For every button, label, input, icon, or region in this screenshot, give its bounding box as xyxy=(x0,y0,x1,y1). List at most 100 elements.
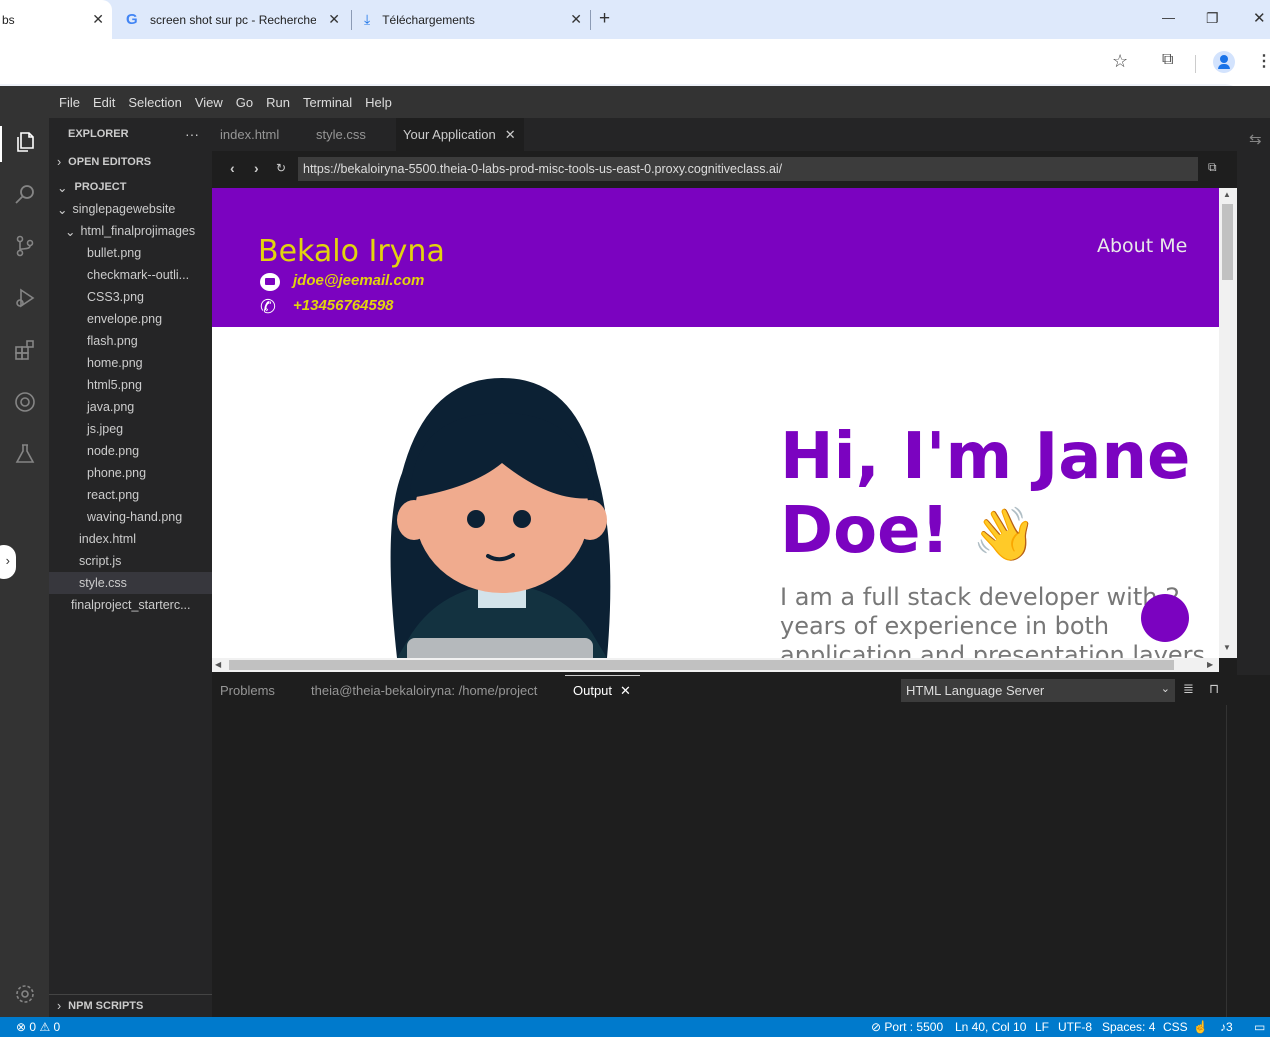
menu-edit[interactable]: Edit xyxy=(93,95,115,110)
file-item[interactable]: CSS3.png xyxy=(49,286,212,308)
port-status[interactable]: ⊘ Port : 5500 xyxy=(871,1020,943,1034)
close-window-button[interactable]: ✕ xyxy=(1253,9,1266,27)
menu-help[interactable]: Help xyxy=(365,95,392,110)
tab-label: Output xyxy=(573,683,613,698)
back-icon[interactable]: ‹ xyxy=(230,160,235,176)
tab-your-application[interactable]: Your Application ✕ xyxy=(396,118,524,151)
npm-scripts-section[interactable]: › NPM SCRIPTS xyxy=(49,995,212,1017)
close-icon[interactable]: ✕ xyxy=(92,11,104,28)
scroll-left-icon[interactable]: ◀ xyxy=(215,660,221,669)
file-item-selected[interactable]: style.css xyxy=(49,572,212,594)
scroll-down-icon[interactable]: ▼ xyxy=(1223,643,1231,652)
remote-explorer-icon[interactable] xyxy=(13,390,37,414)
new-tab-button[interactable]: + xyxy=(599,8,610,30)
tab-terminal[interactable]: theia@theia-bekaloiryna: /home/project xyxy=(311,675,537,705)
menu-terminal[interactable]: Terminal xyxy=(303,95,352,110)
file-item[interactable]: envelope.png xyxy=(49,308,212,330)
source-control-icon[interactable] xyxy=(13,234,37,258)
search-icon[interactable] xyxy=(13,182,37,206)
output-channel-select[interactable]: HTML Language Server ⌄ xyxy=(901,679,1175,702)
language-status[interactable]: CSS xyxy=(1163,1020,1188,1034)
file-item[interactable]: js.jpeg xyxy=(49,418,212,440)
feedback-icon[interactable]: ☝ xyxy=(1193,1020,1208,1034)
testing-flask-icon[interactable] xyxy=(13,442,37,466)
folder-singlepagewebsite[interactable]: ⌄ singlepagewebsite xyxy=(49,198,212,220)
tab-problems[interactable]: Problems xyxy=(220,675,275,705)
extensions-icon[interactable]: ⧉ xyxy=(1162,51,1173,69)
close-icon[interactable]: ✕ xyxy=(570,11,582,28)
address-bar-area: 5c5ff724aaa14be487bd686 ☆ ⧉ ⋮ xyxy=(0,39,1270,118)
file-label: flash.png xyxy=(87,334,138,348)
hero-headline: Hi, I'm Jane Doe! 👋 xyxy=(780,420,1190,572)
file-label: node.png xyxy=(87,444,140,458)
eol-status[interactable]: LF xyxy=(1035,1020,1049,1034)
scroll-right-icon[interactable]: ▶ xyxy=(1207,660,1213,669)
problems-status[interactable]: ⊗ 0 ⚠ 0 xyxy=(16,1020,60,1034)
profile-avatar-icon[interactable] xyxy=(1213,51,1235,73)
bookmark-star-icon[interactable]: ☆ xyxy=(1112,51,1128,72)
clear-output-icon[interactable]: ≣ xyxy=(1183,681,1194,697)
tab-style-css[interactable]: style.css xyxy=(308,118,396,151)
vertical-scrollbar[interactable]: ▲ ▼ xyxy=(1219,188,1237,658)
scroll-thumb[interactable] xyxy=(1222,204,1233,280)
scroll-thumb[interactable] xyxy=(229,660,1174,670)
contact-phone[interactable]: +13456764598 xyxy=(293,297,394,314)
file-item[interactable]: bullet.png xyxy=(49,242,212,264)
chevron-down-icon: ⌄ xyxy=(57,180,68,195)
menu-view[interactable]: View xyxy=(195,95,223,110)
horizontal-scrollbar[interactable]: ◀ ▶ xyxy=(212,658,1219,672)
file-item[interactable]: react.png xyxy=(49,484,212,506)
folder-finalproject-starter[interactable]: finalproject_starterc... xyxy=(49,594,212,616)
file-item[interactable]: java.png xyxy=(49,396,212,418)
open-editors-section[interactable]: › OPEN EDITORS xyxy=(49,151,212,173)
browser-tab-active[interactable]: bs ✕ xyxy=(0,0,112,39)
folder-html-finalprojimages[interactable]: ⌄ html_finalprojimages xyxy=(49,220,212,242)
scroll-up-icon[interactable]: ▲ xyxy=(1223,190,1231,199)
menu-go[interactable]: Go xyxy=(236,95,253,110)
browser-menu-icon[interactable]: ⋮ xyxy=(1256,51,1270,71)
file-item[interactable]: html5.png xyxy=(49,374,212,396)
file-item[interactable]: script.js xyxy=(49,550,212,572)
tab-output[interactable]: Output ✕ xyxy=(565,675,640,705)
file-item[interactable]: flash.png xyxy=(49,330,212,352)
close-icon[interactable]: ✕ xyxy=(328,11,340,28)
close-icon[interactable]: ✕ xyxy=(505,127,516,143)
minimize-button[interactable]: — xyxy=(1162,10,1175,25)
lock-scroll-icon[interactable]: ⊓ xyxy=(1209,681,1219,697)
browser-tab[interactable]: ⤓ Téléchargements ✕ xyxy=(356,0,590,39)
cursor-position[interactable]: Ln 40, Col 10 xyxy=(955,1020,1026,1034)
restore-button[interactable]: ❐ xyxy=(1206,10,1219,27)
forward-icon[interactable]: › xyxy=(254,160,259,176)
explorer-files-icon[interactable] xyxy=(13,130,37,154)
file-item[interactable]: node.png xyxy=(49,440,212,462)
open-external-icon[interactable]: ⧉ xyxy=(1208,160,1217,175)
outline-icon[interactable]: ⇆ xyxy=(1249,130,1262,148)
file-item[interactable]: home.png xyxy=(49,352,212,374)
settings-gear-icon[interactable] xyxy=(13,982,37,1006)
browser-tab[interactable]: G screen shot sur pc - Recherche ✕ xyxy=(116,0,348,39)
close-icon[interactable]: ✕ xyxy=(620,683,631,699)
layout-icon[interactable]: ▭ xyxy=(1254,1020,1265,1034)
floating-action-button[interactable] xyxy=(1141,594,1189,642)
nav-about-me[interactable]: About Me xyxy=(1097,235,1187,257)
refresh-icon[interactable]: ↻ xyxy=(276,161,286,175)
more-actions-icon[interactable]: ··· xyxy=(185,126,199,142)
expand-handle-icon[interactable]: › xyxy=(0,545,16,579)
menu-selection[interactable]: Selection xyxy=(128,95,181,110)
menu-file[interactable]: File xyxy=(59,95,80,110)
tab-index-html[interactable]: index.html xyxy=(212,118,304,151)
contact-email[interactable]: jdoe@jeemail.com xyxy=(293,272,424,289)
file-item[interactable]: waving-hand.png xyxy=(49,506,212,528)
indentation-status[interactable]: Spaces: 4 xyxy=(1102,1020,1155,1034)
project-section[interactable]: ⌄ PROJECT xyxy=(49,176,212,198)
file-item[interactable]: checkmark--outli... xyxy=(49,264,212,286)
headline-text: Doe! xyxy=(780,494,950,568)
encoding-status[interactable]: UTF-8 xyxy=(1058,1020,1092,1034)
menu-run[interactable]: Run xyxy=(266,95,290,110)
notifications-status[interactable]: ♪3 xyxy=(1220,1020,1233,1034)
file-item[interactable]: phone.png xyxy=(49,462,212,484)
file-item[interactable]: index.html xyxy=(49,528,212,550)
preview-url-input[interactable]: https://bekaloiryna-5500.theia-0-labs-pr… xyxy=(298,157,1198,181)
debug-icon[interactable] xyxy=(13,286,37,310)
extensions-icon[interactable] xyxy=(13,338,37,362)
